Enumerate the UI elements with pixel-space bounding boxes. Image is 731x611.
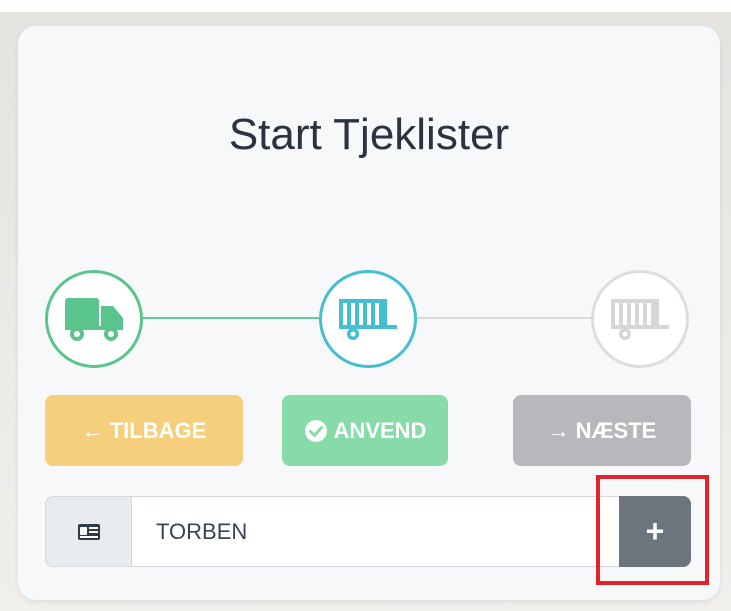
page: Start Tjeklister ← TILBAGE ANVEND → NÆST… (0, 0, 731, 611)
id-card-icon (77, 523, 100, 540)
apply-button[interactable]: ANVEND (282, 395, 448, 466)
add-button[interactable]: + (619, 496, 691, 567)
trailer-icon (611, 299, 669, 340)
step-connector-1 (143, 317, 319, 319)
back-button[interactable]: ← TILBAGE (45, 395, 243, 466)
top-strip (0, 0, 731, 12)
step-1-truck (45, 270, 143, 368)
driver-input[interactable]: TORBEN (131, 496, 619, 567)
step-2-trailer (319, 270, 417, 368)
driver-input-group: TORBEN + (45, 496, 691, 567)
step-3-trailer (591, 270, 689, 368)
arrow-right-icon: → (547, 417, 570, 443)
next-button[interactable]: → NÆSTE (513, 395, 691, 466)
checklist-card: Start Tjeklister ← TILBAGE ANVEND → NÆST… (18, 26, 720, 600)
trailer-icon (339, 299, 397, 340)
apply-button-label: ANVEND (333, 417, 427, 443)
truck-icon (65, 298, 123, 341)
page-title: Start Tjeklister (228, 110, 510, 159)
arrow-left-icon: ← (81, 417, 104, 443)
next-button-label: NÆSTE (575, 417, 657, 443)
input-prepend (45, 496, 131, 567)
step-connector-2 (417, 317, 591, 319)
back-button-label: TILBAGE (109, 417, 207, 443)
check-circle-icon (304, 419, 327, 442)
